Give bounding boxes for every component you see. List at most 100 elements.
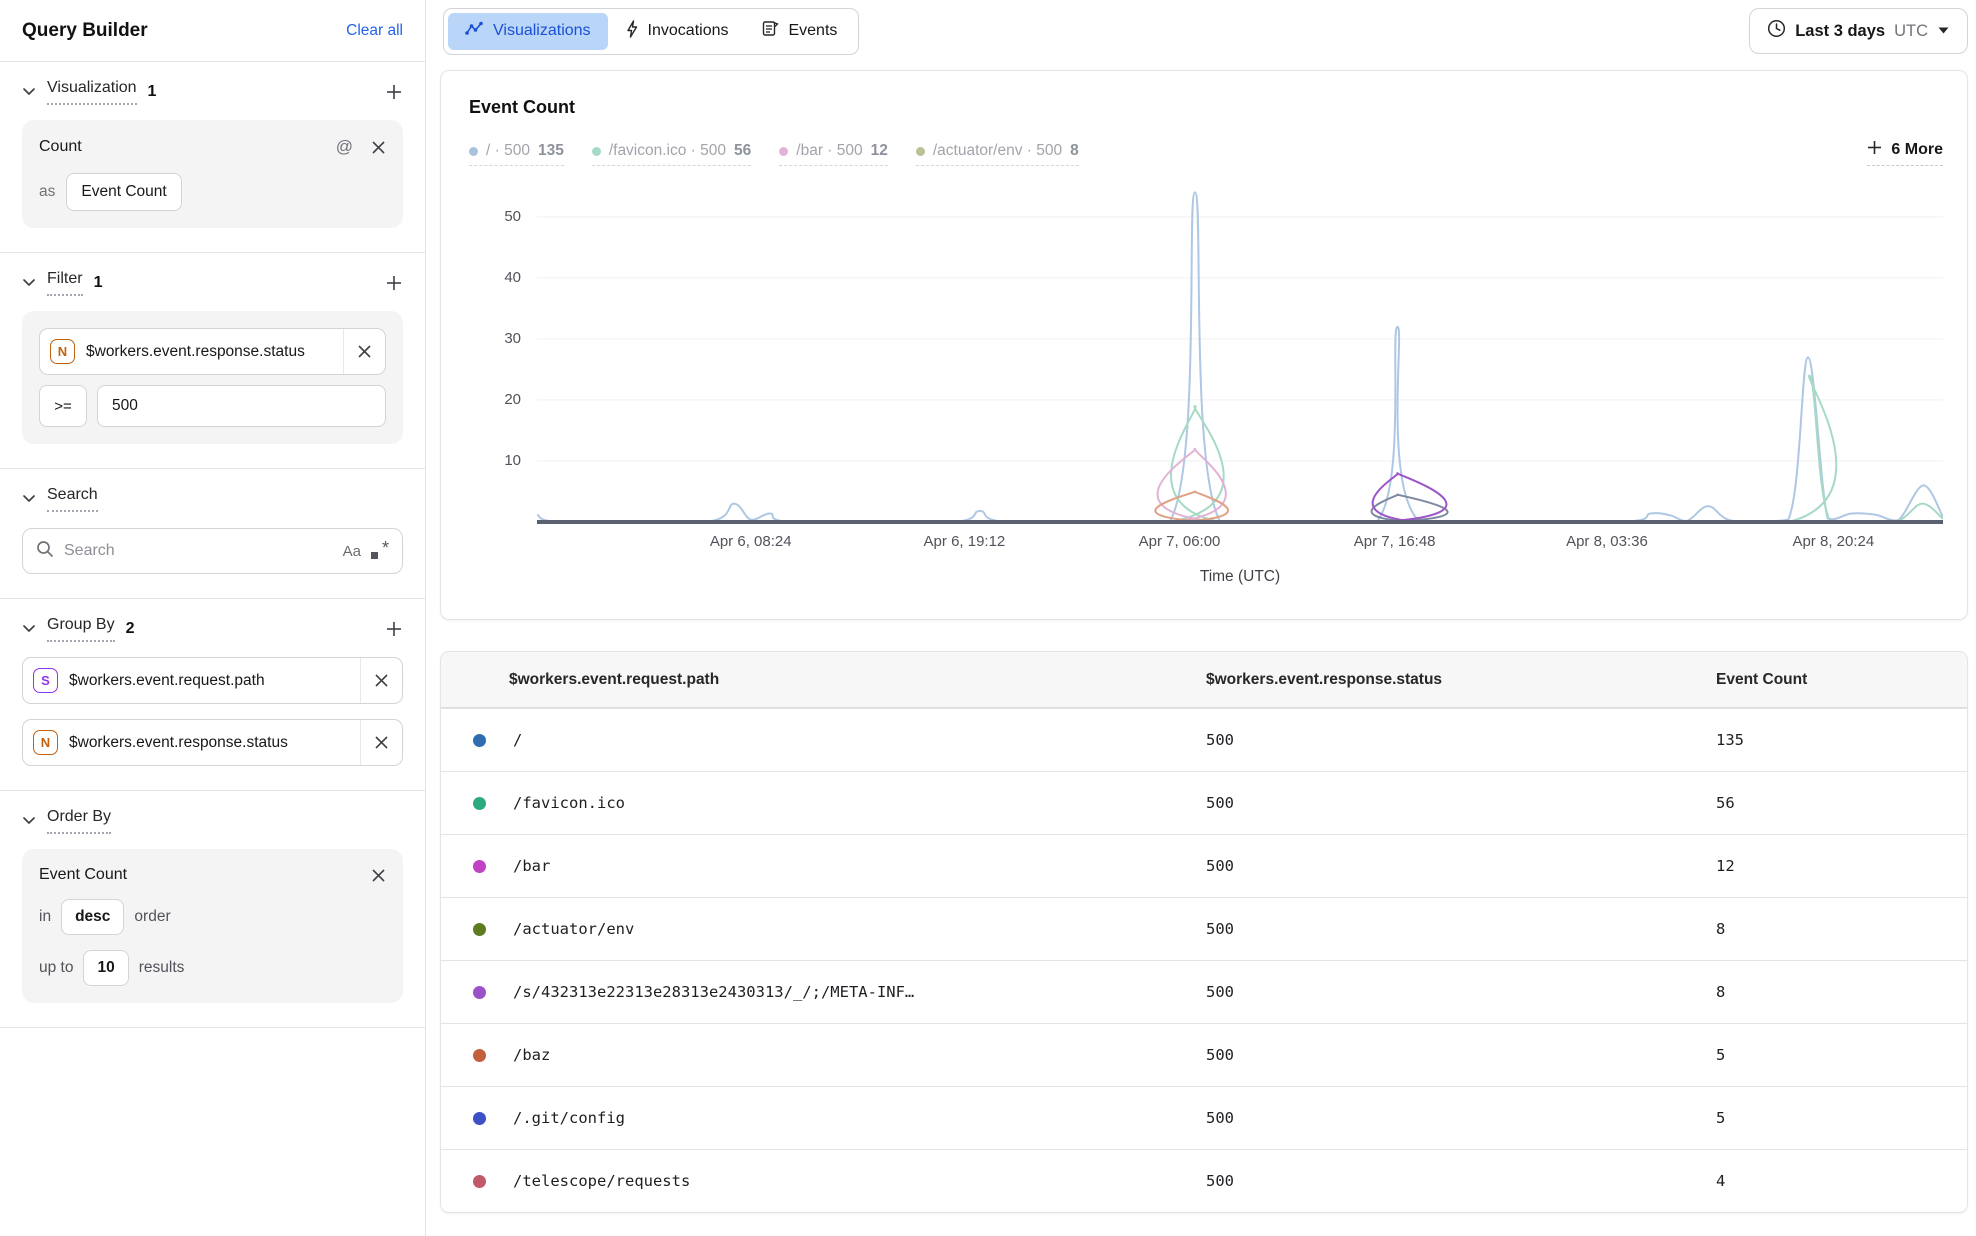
cell-count: 8	[1716, 983, 1967, 1001]
column-header-path: $workers.event.request.path	[441, 671, 1206, 689]
cell-path: /bar	[513, 857, 550, 875]
cell-status: 500	[1206, 857, 1716, 875]
cell-status: 500	[1206, 1046, 1716, 1064]
x-tick-label: Apr 7, 06:00	[1139, 533, 1221, 550]
group-by-chip[interactable]: N $workers.event.response.status	[22, 719, 403, 766]
column-header-count: Event Count	[1716, 671, 1967, 689]
chart-title: Event Count	[469, 97, 1943, 118]
query-builder-sidebar: Query Builder Clear all Visualization 1 …	[0, 0, 426, 1236]
filter-operator-box[interactable]: >=	[39, 385, 87, 427]
order-direction-box[interactable]: desc	[61, 899, 124, 935]
table-row[interactable]: / 500 135	[441, 708, 1967, 771]
results-label: results	[139, 959, 185, 977]
x-axis-line	[537, 520, 1943, 524]
y-tick-label: 10	[504, 452, 521, 469]
chevron-down-icon[interactable]	[22, 620, 36, 638]
add-filter-button[interactable]	[385, 274, 403, 292]
tab-visualizations[interactable]: Visualizations	[448, 13, 608, 50]
table-row[interactable]: /telescope/requests 500 4	[441, 1149, 1967, 1212]
cell-path: /.git/config	[513, 1109, 625, 1127]
x-tick-label: Apr 8, 03:36	[1566, 533, 1648, 550]
legend-item[interactable]: /actuator/env · 500 8	[916, 142, 1079, 166]
row-color-dot	[473, 1112, 486, 1125]
cell-count: 56	[1716, 794, 1967, 812]
row-color-dot	[473, 797, 486, 810]
y-tick-label: 30	[504, 330, 521, 347]
order-label: order	[134, 908, 170, 926]
more-series-button[interactable]: 6 More	[1867, 140, 1943, 166]
match-case-button[interactable]: Aa	[343, 543, 361, 560]
table-row[interactable]: /bar 500 12	[441, 834, 1967, 897]
legend-label: /actuator/env · 500	[933, 142, 1062, 160]
alias-as-label: as	[39, 183, 55, 201]
section-search: Search Aa *	[0, 469, 425, 599]
row-color-dot	[473, 923, 486, 936]
cell-count: 5	[1716, 1109, 1967, 1127]
tab-label: Visualizations	[493, 22, 591, 40]
table-header: $workers.event.request.path $workers.eve…	[441, 652, 1967, 708]
remove-order-by-button[interactable]	[371, 868, 386, 883]
remove-group-by-button[interactable]	[360, 658, 402, 703]
cell-path: /	[513, 731, 522, 749]
filter-field-chip[interactable]: N $workers.event.response.status	[39, 328, 386, 375]
legend-item[interactable]: /bar · 500 12	[779, 142, 888, 166]
search-input[interactable]	[64, 542, 333, 560]
legend-label: /bar · 500	[796, 142, 862, 160]
legend-dot	[469, 147, 478, 156]
view-tabs: Visualizations Invocations Events	[443, 8, 859, 55]
at-icon[interactable]: @	[336, 137, 353, 157]
search-box: Aa *	[22, 528, 403, 574]
cell-status: 500	[1206, 794, 1716, 812]
table-row[interactable]: /.git/config 500 5	[441, 1086, 1967, 1149]
order-by-card: Event Count in desc order up to 10 resul…	[22, 849, 403, 1003]
legend-item[interactable]: / · 500 135	[469, 142, 564, 166]
remove-visualization-button[interactable]	[371, 140, 386, 155]
add-visualization-button[interactable]	[385, 83, 403, 101]
table-row[interactable]: /s/432313e22313e28313e2430313/_/;/META-I…	[441, 960, 1967, 1023]
more-label: 6 More	[1891, 141, 1943, 159]
up-to-label: up to	[39, 959, 73, 977]
chevron-down-icon[interactable]	[22, 812, 36, 830]
regex-icon[interactable]: *	[371, 542, 389, 560]
tab-invocations[interactable]: Invocations	[608, 13, 746, 50]
visualization-count: 1	[148, 83, 157, 101]
table-row[interactable]: /favicon.ico 500 56	[441, 771, 1967, 834]
chart-legend: / · 500 135 /favicon.ico · 500 56 /bar ·…	[469, 140, 1943, 166]
x-tick-label: Apr 8, 20:24	[1792, 533, 1874, 550]
visualization-card: Count @ as Event Count	[22, 120, 403, 228]
table-row[interactable]: /actuator/env 500 8	[441, 897, 1967, 960]
remove-filter-button[interactable]	[343, 329, 385, 374]
legend-dot	[916, 147, 925, 156]
line-chart-icon	[465, 21, 484, 41]
chevron-down-icon[interactable]	[22, 490, 36, 508]
row-color-dot	[473, 986, 486, 999]
row-color-dot	[473, 1175, 486, 1188]
table-row[interactable]: /baz 500 5	[441, 1023, 1967, 1086]
row-color-dot	[473, 860, 486, 873]
section-group-by: Group By 2 S $workers.event.request.path…	[0, 599, 425, 791]
tab-events[interactable]: Events	[745, 13, 854, 50]
y-tick-label: 20	[504, 391, 521, 408]
cell-status: 500	[1206, 983, 1716, 1001]
section-visualization: Visualization 1 Count @ as Event Count	[0, 62, 425, 253]
filter-value-input[interactable]	[97, 385, 386, 427]
x-axis: Apr 6, 08:24Apr 6, 19:12Apr 7, 06:00Apr …	[469, 533, 1943, 553]
section-order-by: Order By Event Count in desc order up to…	[0, 791, 425, 1028]
time-range-button[interactable]: Last 3 days UTC	[1749, 8, 1968, 54]
chevron-down-icon[interactable]	[22, 83, 36, 101]
chart-series	[537, 473, 1943, 522]
order-limit-box[interactable]: 10	[83, 950, 128, 986]
visualization-section-title: Visualization	[47, 79, 137, 105]
alias-value-box[interactable]: Event Count	[66, 173, 181, 211]
add-group-by-button[interactable]	[385, 620, 403, 638]
remove-group-by-button[interactable]	[360, 720, 402, 765]
chevron-down-icon[interactable]	[22, 274, 36, 292]
legend-item[interactable]: /favicon.ico · 500 56	[592, 142, 751, 166]
clear-all-link[interactable]: Clear all	[346, 22, 403, 40]
topbar: Visualizations Invocations Events Last 3…	[440, 0, 1968, 62]
time-zone-label: UTC	[1894, 22, 1928, 41]
tab-label: Invocations	[648, 22, 729, 40]
group-by-chip[interactable]: S $workers.event.request.path	[22, 657, 403, 704]
sidebar-header: Query Builder Clear all	[0, 0, 425, 62]
cell-count: 12	[1716, 857, 1967, 875]
